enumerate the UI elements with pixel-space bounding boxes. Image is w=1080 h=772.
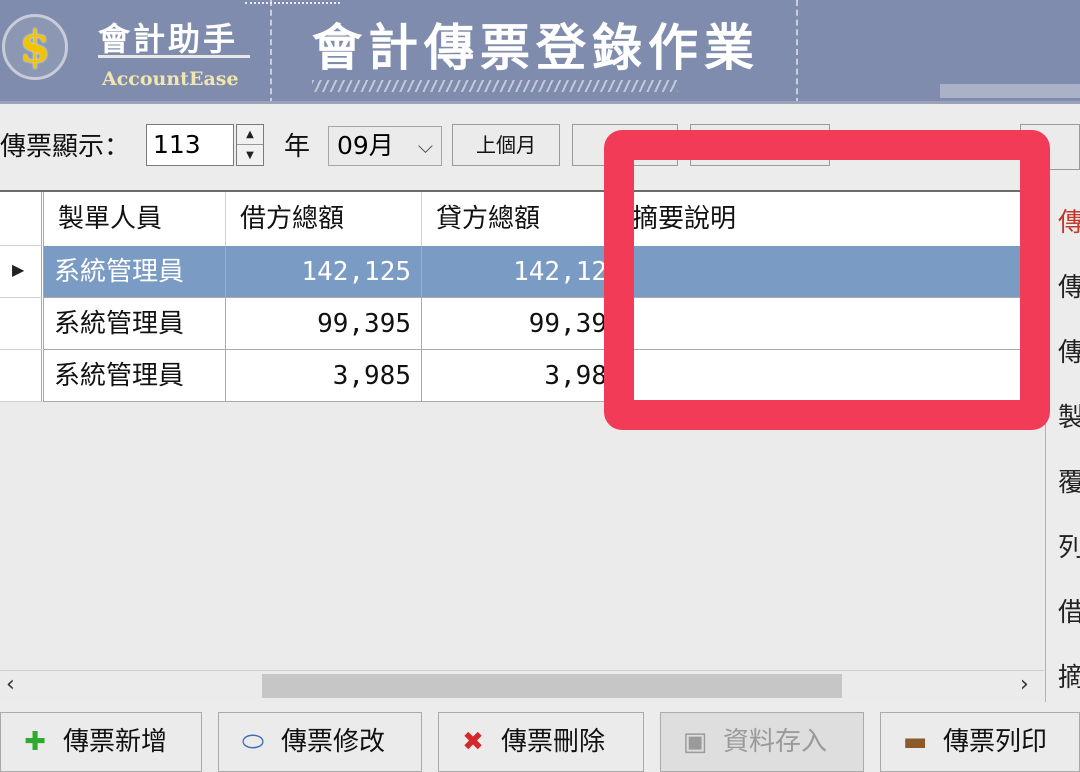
print-voucher-button[interactable]: ▬ 傳票列印 xyxy=(880,712,1080,772)
delete-voucher-label: 傳票刪除 xyxy=(501,727,606,757)
row-header[interactable]: ▶ xyxy=(0,246,44,298)
title-hatch xyxy=(312,80,678,92)
x-icon: ✖ xyxy=(462,727,484,757)
header-divider-right xyxy=(796,0,798,101)
prev-month-button[interactable]: 上個月 xyxy=(452,124,560,166)
side-label: 列 xyxy=(1058,533,1080,563)
horizontal-scrollbar[interactable]: ‹ › xyxy=(0,670,1044,702)
creator-cell[interactable]: 系統管理員 xyxy=(44,350,226,402)
dollar-logo-icon: $ xyxy=(2,14,68,80)
creator-cell[interactable]: 系統管理員 xyxy=(44,246,226,298)
side-label: 借 xyxy=(1058,598,1080,628)
year-spinner[interactable]: ▲ ▼ xyxy=(236,124,264,166)
row-header[interactable] xyxy=(0,298,44,350)
side-label: 摘 xyxy=(1058,663,1080,693)
brand-name-en: AccountEase xyxy=(102,68,239,90)
plus-icon: ✚ xyxy=(24,727,46,757)
debit-cell[interactable]: 142,125 xyxy=(226,246,422,298)
scrollbar-thumb[interactable] xyxy=(262,674,842,698)
delete-voucher-button[interactable]: ✖ 傳票刪除 xyxy=(438,712,644,772)
add-voucher-button[interactable]: ✚ 傳票新增 xyxy=(0,712,202,772)
print-voucher-label: 傳票列印 xyxy=(943,727,1048,757)
scroll-right-icon[interactable]: › xyxy=(1020,672,1029,697)
save-data-button[interactable]: ▣ 資料存入 xyxy=(660,712,864,772)
side-label: 製 xyxy=(1058,403,1080,433)
logo-symbol: $ xyxy=(19,21,51,73)
column-header-creator[interactable]: 製單人員 xyxy=(44,192,226,246)
voucher-display-label: 傳票顯示： xyxy=(0,132,131,162)
year-unit-label: 年 xyxy=(284,132,311,162)
side-label: 傳 xyxy=(1058,273,1080,303)
side-label: 傳 xyxy=(1058,338,1080,368)
row-header[interactable] xyxy=(0,350,44,402)
header-dots xyxy=(245,2,340,4)
brand-underline xyxy=(98,55,250,58)
edit-voucher-button[interactable]: ⬭ 傳票修改 xyxy=(218,712,422,772)
side-label: 傳 xyxy=(1058,208,1080,238)
add-voucher-label: 傳票新增 xyxy=(63,727,168,757)
column-header-credit[interactable]: 貸方總額 xyxy=(422,192,618,246)
header-bar xyxy=(940,84,1080,98)
row-pointer-icon: ▶ xyxy=(12,260,25,279)
highlight-box xyxy=(604,130,1050,430)
detail-side-panel: 傳 傳 傳 製 覆 列 借 摘 xyxy=(1058,196,1080,716)
eraser-icon: ⬭ xyxy=(241,727,265,757)
month-select[interactable]: 09月 ⌵ xyxy=(328,126,442,166)
app-header: $ 會計助手 AccountEase 會計傳票登錄作業 xyxy=(0,0,1080,104)
spin-down-icon[interactable]: ▼ xyxy=(237,145,263,165)
debit-cell[interactable]: 99,395 xyxy=(226,298,422,350)
header-divider xyxy=(270,0,272,101)
credit-cell[interactable]: 3,98 xyxy=(422,350,618,402)
grid-corner-header xyxy=(0,192,44,246)
credit-cell[interactable]: 99,39 xyxy=(422,298,618,350)
side-label: 覆 xyxy=(1058,468,1080,498)
edit-voucher-label: 傳票修改 xyxy=(281,727,386,757)
brand-name-zh: 會計助手 xyxy=(98,20,239,58)
chevron-down-icon: ⌵ xyxy=(417,134,433,158)
credit-cell[interactable]: 142,12 xyxy=(422,246,618,298)
save-data-label: 資料存入 xyxy=(723,727,828,757)
scroll-left-icon[interactable]: ‹ xyxy=(6,672,15,697)
page-title: 會計傳票登錄作業 xyxy=(312,18,760,77)
printer-icon: ▬ xyxy=(902,727,928,757)
column-header-debit[interactable]: 借方總額 xyxy=(226,192,422,246)
debit-cell[interactable]: 3,985 xyxy=(226,350,422,402)
year-input[interactable]: 113 xyxy=(146,124,234,166)
spin-up-icon[interactable]: ▲ xyxy=(237,125,263,145)
month-value: 09月 xyxy=(337,131,394,160)
creator-cell[interactable]: 系統管理員 xyxy=(44,298,226,350)
floppy-icon: ▣ xyxy=(682,727,708,757)
